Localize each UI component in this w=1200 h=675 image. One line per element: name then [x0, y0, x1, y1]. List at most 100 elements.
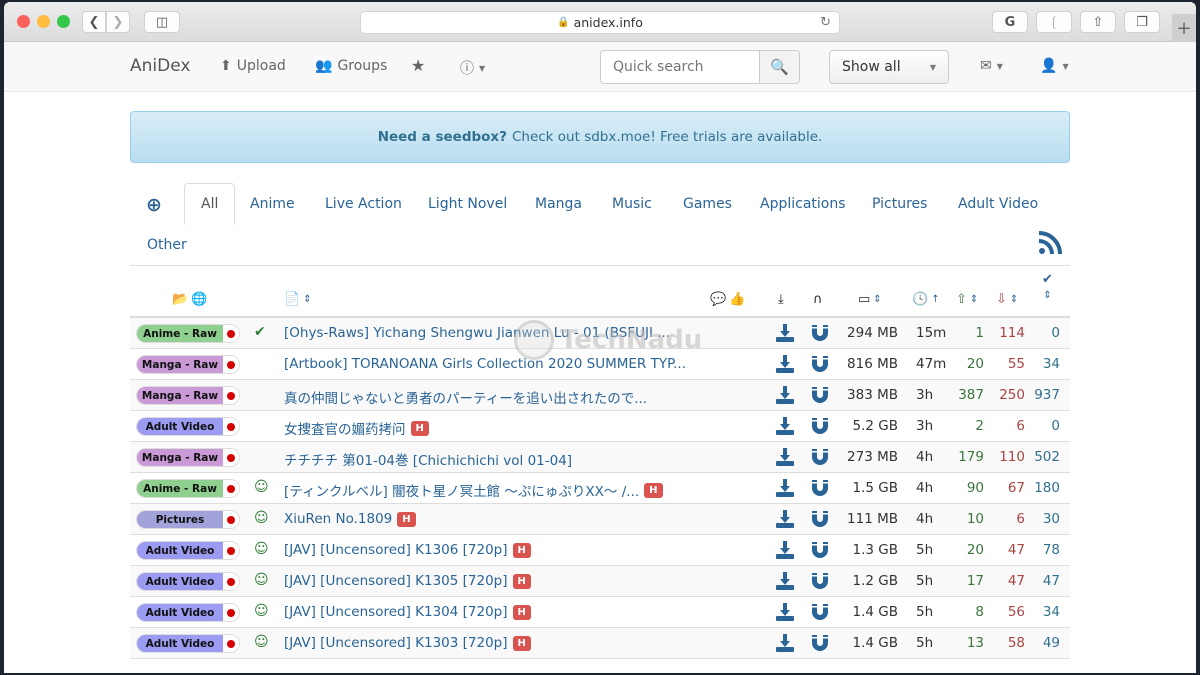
category-badge[interactable]: Anime - Raw — [136, 479, 240, 498]
magnet-icon[interactable] — [810, 602, 830, 626]
folder-open-icon: 📂 — [172, 292, 189, 307]
age-header[interactable]: 🕓 ↑ — [912, 292, 940, 307]
download-icon[interactable] — [775, 354, 795, 378]
reload-icon[interactable]: ↻ — [820, 15, 831, 30]
info-dropdown[interactable]: ⓘ ▼ — [460, 58, 485, 78]
magnet-icon[interactable] — [810, 633, 830, 657]
zoom-in-icon[interactable]: ⊕ — [146, 194, 162, 216]
groups-link[interactable]: 👥 Groups — [315, 58, 387, 74]
tab-other[interactable]: Other — [147, 237, 187, 253]
magnet-icon[interactable] — [810, 354, 830, 378]
new-tab-icon[interactable]: + — [1172, 14, 1196, 42]
table-row: Anime - Raw ✔ [Ohys-Raws] Yichang Shengwu … — [130, 318, 1070, 349]
leechers-header[interactable]: ⇩ ⇕ — [996, 292, 1018, 307]
size-header[interactable]: ▭ ⇕ — [858, 292, 882, 307]
address-bar[interactable]: 🔒 anidex.info ↻ — [360, 11, 840, 34]
torrent-title-link[interactable]: [ティンクルベル] 闇夜ト星ノ冥土館 ～ぷにゅぷりXX～ /... H — [284, 480, 663, 500]
seeders-header[interactable]: ⇧ ⇕ — [956, 292, 978, 307]
tab-light-novel[interactable]: Light Novel — [428, 196, 507, 212]
torrent-title-link[interactable]: [JAV] [Uncensored] K1306 [720p] H — [284, 542, 531, 558]
download-icon[interactable] — [775, 633, 795, 657]
minimize-window-button[interactable] — [37, 15, 50, 28]
upload-link[interactable]: ⬆ Upload — [220, 58, 286, 74]
filter-select[interactable]: Show all ▼ — [829, 50, 949, 84]
download-icon[interactable] — [775, 571, 795, 595]
messages-dropdown[interactable]: ✉ ▼ — [980, 58, 1003, 74]
torrent-title-link[interactable]: [JAV] [Uncensored] K1305 [720p] H — [284, 573, 531, 589]
search-input[interactable] — [600, 50, 760, 84]
share-icon[interactable]: ⇧ — [1080, 11, 1116, 33]
torrent-title-link[interactable]: [JAV] [Uncensored] K1304 [720p] H — [284, 604, 531, 620]
tab-live-action[interactable]: Live Action — [325, 196, 402, 212]
category-header[interactable]: 📂 🌐 — [172, 292, 207, 307]
category-label: Manga - Raw — [137, 356, 223, 373]
size-value: 1.3 GB — [852, 542, 898, 558]
close-window-button[interactable] — [17, 15, 30, 28]
alert-text[interactable]: Check out sdbx.moe! Free trials are avai… — [512, 129, 822, 145]
magnet-icon[interactable] — [810, 540, 830, 564]
magnet-icon[interactable] — [810, 323, 830, 347]
filename-header[interactable]: 📄 ⇕ — [284, 292, 312, 307]
back-icon[interactable]: ❮ — [82, 11, 106, 33]
download-icon[interactable] — [775, 323, 795, 347]
torrent-title-link[interactable]: [Artbook] TORANOANA Girls Collection 202… — [284, 356, 686, 372]
magnet-icon[interactable] — [810, 385, 830, 409]
torrent-title-link[interactable]: 女捜査官の媚药拷问 H — [284, 418, 429, 438]
user-dropdown[interactable]: 👤 ▼ — [1040, 58, 1069, 74]
magnet-icon[interactable] — [810, 416, 830, 440]
maximize-window-button[interactable] — [57, 15, 70, 28]
file-icon: 📄 — [284, 292, 301, 307]
magnet-icon[interactable] — [810, 509, 830, 533]
tabs-icon[interactable]: ❐ — [1124, 11, 1160, 33]
download-icon[interactable] — [775, 416, 795, 440]
category-badge[interactable]: Pictures — [136, 510, 240, 529]
language-flag — [223, 480, 239, 497]
category-badge[interactable]: Adult Video — [136, 541, 240, 560]
brand-logo[interactable]: AniDex — [130, 56, 190, 76]
tab-games[interactable]: Games — [683, 196, 732, 212]
torrent-title-link[interactable]: [JAV] [Uncensored] K1303 [720p] H — [284, 635, 531, 651]
tab-adult-video[interactable]: Adult Video — [958, 196, 1038, 212]
tab-all[interactable]: All — [184, 183, 236, 225]
sidebar-icon[interactable]: ◫ — [144, 11, 180, 33]
tab-applications[interactable]: Applications — [760, 196, 846, 212]
torrent-title-link[interactable]: XiuRen No.1809 H — [284, 511, 416, 527]
magnet-icon[interactable] — [810, 571, 830, 595]
star-icon[interactable]: ★ — [411, 56, 425, 75]
forward-icon[interactable]: ❯ — [106, 11, 130, 33]
magnet-icon[interactable] — [810, 447, 830, 471]
download-icon[interactable] — [775, 385, 795, 409]
tab-music[interactable]: Music — [612, 196, 652, 212]
leechers-value: 58 — [1007, 635, 1025, 651]
torrent-title-link[interactable]: 真の仲間じゃないと勇者のパーティーを追い出されたので... — [284, 387, 647, 407]
magnet-icon[interactable] — [810, 478, 830, 502]
category-badge[interactable]: Adult Video — [136, 634, 240, 653]
category-badge[interactable]: Manga - Raw — [136, 355, 240, 374]
download-icon[interactable] — [775, 509, 795, 533]
tab-manga[interactable]: Manga — [535, 196, 582, 212]
search-button[interactable]: 🔍 — [760, 50, 800, 84]
tab-pictures[interactable]: Pictures — [872, 196, 927, 212]
tab-anime[interactable]: Anime — [250, 196, 295, 212]
category-badge[interactable]: Adult Video — [136, 572, 240, 591]
category-badge[interactable]: Anime - Raw — [136, 324, 240, 343]
rss-feed-icon[interactable] — [1038, 231, 1062, 259]
category-label: Pictures — [137, 511, 223, 528]
category-badge[interactable]: Manga - Raw — [136, 386, 240, 405]
torrent-title-link[interactable]: [Ohys-Raws] Yichang Shengwu Jianwen Lu -… — [284, 325, 670, 341]
category-badge[interactable]: Adult Video — [136, 603, 240, 622]
download-icon[interactable] — [775, 478, 795, 502]
comments-likes-header[interactable]: 💬 👍 — [710, 292, 745, 307]
download-icon[interactable] — [775, 602, 795, 626]
category-badge[interactable]: Adult Video — [136, 417, 240, 436]
rss-icon[interactable]: ❲ — [1036, 11, 1072, 33]
download-icon[interactable] — [775, 540, 795, 564]
download-icon[interactable] — [775, 447, 795, 471]
table-row: Adult Video ☺ [JAV] [Uncensored] K1306 [72… — [130, 535, 1070, 566]
torrent-title-link[interactable]: チチチチ 第01-04巻 [Chichichichi vol 01-04] — [284, 449, 572, 469]
completed-header[interactable]: ✔ ⇕ — [1042, 272, 1053, 301]
hentai-badge: H — [512, 573, 531, 589]
category-badge[interactable]: Manga - Raw — [136, 448, 240, 467]
language-flag — [223, 542, 239, 559]
grammarly-icon[interactable]: G — [992, 11, 1028, 33]
